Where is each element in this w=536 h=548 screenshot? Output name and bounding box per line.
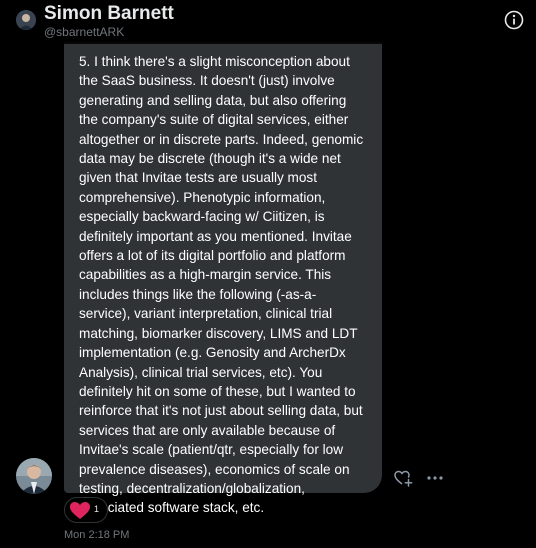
red-heart-icon [70,502,90,519]
more-options-button[interactable] [425,468,445,488]
header-avatar[interactable] [16,10,36,30]
add-reaction-button[interactable] [393,468,413,488]
message-text: 5. I think there's a slight misconceptio… [79,54,364,516]
sender-avatar-image [16,458,52,494]
heart-plus-icon [394,470,413,487]
info-button[interactable] [502,8,526,32]
header-avatar-image [16,10,36,30]
conversation-header: Simon Barnett @sbarnettARK [0,0,536,44]
info-circle-icon [504,10,524,30]
sender-avatar[interactable] [16,458,52,494]
message-bubble[interactable]: 5. I think there's a slight misconceptio… [64,42,382,515]
conversation-title[interactable]: Simon Barnett [44,3,174,25]
conversation-handle: @sbarnettARK [44,25,125,39]
more-horizontal-icon [427,476,443,480]
message-timestamp: Mon 2:18 PM [64,529,130,541]
reaction-count: 1 [94,504,100,514]
reaction-pill[interactable]: 1 [64,497,108,523]
